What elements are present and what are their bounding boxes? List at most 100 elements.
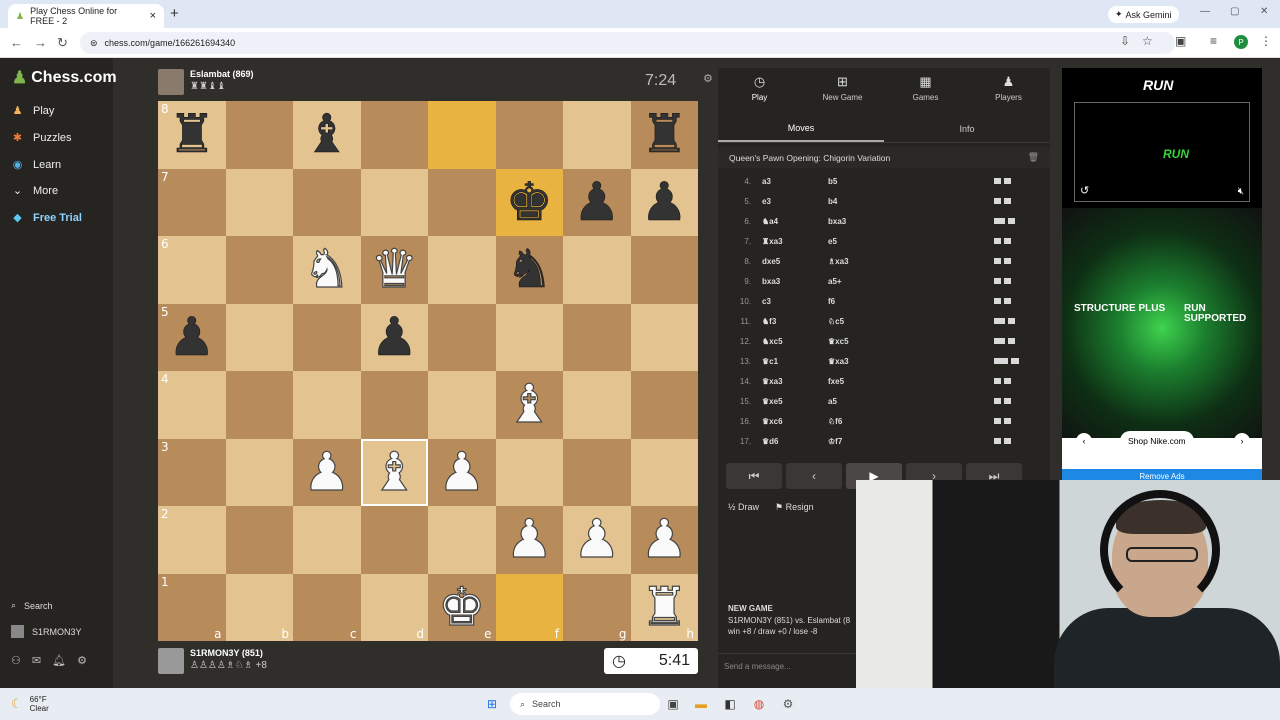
square-h5[interactable] (630, 303, 698, 371)
square-b3[interactable] (225, 438, 293, 506)
sidebar-user[interactable]: S1RMON3Y (11, 625, 82, 638)
square-g2[interactable]: ♟ (563, 506, 631, 574)
square-d5[interactable]: ♟ (360, 303, 428, 371)
black-rook-piece[interactable]: ♜ (640, 108, 688, 162)
taskbar-search[interactable]: ⌕ Search (510, 693, 660, 715)
square-f6[interactable]: ♞ (495, 236, 563, 304)
forward-icon[interactable]: → (34, 35, 47, 50)
white-move[interactable]: bxa3 (754, 277, 820, 286)
url-field[interactable]: ⊜ chess.com/game/166261694340 (80, 32, 1175, 54)
white-move[interactable]: ♛d6 (754, 437, 820, 446)
square-a3[interactable]: 3 (158, 438, 226, 506)
square-c7[interactable] (293, 168, 361, 236)
reload-icon[interactable]: ↻ (57, 35, 68, 51)
minimize-icon[interactable]: — (1200, 6, 1210, 17)
white-move[interactable]: e3 (754, 197, 820, 206)
square-c4[interactable] (293, 371, 361, 439)
replay-icon[interactable]: ↺ (1080, 184, 1089, 197)
black-move[interactable]: ♛xc5 (820, 337, 886, 346)
square-d7[interactable] (360, 168, 428, 236)
square-b1[interactable]: b (225, 573, 293, 641)
black-pawn-piece[interactable]: ♟ (640, 176, 688, 230)
square-h2[interactable]: ♟ (630, 506, 698, 574)
white-move[interactable]: ♜xa3 (754, 237, 820, 246)
square-f4[interactable]: ♝ (495, 371, 563, 439)
friends-icon[interactable]: ⚇ (11, 654, 21, 667)
nike-advertisement[interactable]: RUN RUN ↺ 🔇︎ STRUCTURE PLUS RUN SUPPORTE… (1062, 68, 1262, 483)
square-h3[interactable] (630, 438, 698, 506)
ad-next-icon[interactable]: › (1234, 433, 1250, 449)
square-a4[interactable]: 4 (158, 371, 226, 439)
task-view-icon[interactable]: ▣ (664, 695, 682, 713)
black-rook-piece[interactable]: ♜ (168, 108, 216, 162)
square-a7[interactable]: 7 (158, 168, 226, 236)
square-f7[interactable]: ♚ (495, 168, 563, 236)
windows-start-icon[interactable]: ⊞ (483, 695, 501, 713)
white-pawn-piece[interactable]: ♟ (302, 445, 351, 499)
shop-nike-button[interactable]: Shop Nike.com (1120, 431, 1194, 451)
black-move[interactable]: b5 (820, 177, 886, 186)
square-g8[interactable] (563, 101, 631, 169)
sidebar-search[interactable]: ⌕ Search (11, 600, 53, 611)
square-e5[interactable] (428, 303, 496, 371)
square-b7[interactable] (225, 168, 293, 236)
square-d4[interactable] (360, 371, 428, 439)
sidebar-item-free-trial[interactable]: ◆ Free Trial (11, 211, 82, 225)
black-king-piece[interactable]: ♚ (505, 176, 553, 230)
browser-tab[interactable]: ♟ Play Chess Online for FREE - 2 × (8, 4, 164, 28)
black-pawn-piece[interactable]: ♟ (573, 176, 621, 230)
square-d3[interactable]: ♝ (360, 438, 428, 506)
square-g6[interactable] (563, 236, 631, 304)
ad-video-area[interactable]: RUN RUN ↺ 🔇︎ (1062, 68, 1262, 208)
opponent-avatar[interactable] (158, 69, 184, 95)
square-a1[interactable]: 1a (158, 573, 226, 641)
install-icon[interactable]: ⇩ (1120, 34, 1130, 48)
square-a8[interactable]: 8 ♜ (158, 101, 226, 169)
white-move[interactable]: ♛xe5 (754, 397, 820, 406)
extensions-icon[interactable]: ▣ (1175, 34, 1186, 48)
tab-games[interactable]: ▦ Games (884, 68, 967, 108)
black-bishop-piece[interactable]: ♝ (303, 108, 351, 162)
square-h8[interactable]: ♜ (630, 101, 698, 169)
square-d1[interactable]: d (360, 573, 428, 641)
square-c5[interactable] (293, 303, 361, 371)
white-king-piece[interactable]: ♚ (437, 580, 486, 634)
settings-icon[interactable]: ⚙ (77, 654, 87, 667)
square-f2[interactable]: ♟ (495, 506, 563, 574)
square-d2[interactable] (360, 506, 428, 574)
back-icon[interactable]: ← (10, 35, 23, 50)
square-e2[interactable] (428, 506, 496, 574)
draw-button[interactable]: ½ Draw (728, 502, 759, 513)
profile-avatar[interactable]: P (1234, 35, 1248, 49)
square-h6[interactable] (630, 236, 698, 304)
white-move[interactable]: ♞f3 (754, 317, 820, 326)
square-a2[interactable]: 2 (158, 506, 226, 574)
white-bishop-piece[interactable]: ♝ (370, 445, 419, 499)
messages-icon[interactable]: ✉ (32, 654, 41, 667)
square-e6[interactable] (428, 236, 496, 304)
tab-play[interactable]: ◷ Play (718, 68, 801, 108)
ad-video-frame[interactable]: RUN ↺ 🔇︎ (1074, 102, 1250, 202)
file-explorer-icon[interactable]: ▬ (692, 695, 710, 713)
black-move[interactable]: fxe5 (820, 377, 886, 386)
white-pawn-piece[interactable]: ♟ (505, 513, 554, 567)
first-move-button[interactable]: ⏮ (726, 463, 782, 489)
white-move[interactable]: ♞a4 (754, 217, 820, 226)
square-f3[interactable] (495, 438, 563, 506)
white-pawn-piece[interactable]: ♟ (640, 513, 689, 567)
square-a6[interactable]: 6 (158, 236, 226, 304)
previous-move-button[interactable]: ‹ (786, 463, 842, 489)
square-g3[interactable] (563, 438, 631, 506)
square-g5[interactable] (563, 303, 631, 371)
square-c1[interactable]: c (293, 573, 361, 641)
black-move[interactable]: ♘f6 (820, 417, 886, 426)
square-g4[interactable] (563, 371, 631, 439)
white-pawn-piece[interactable]: ♟ (572, 513, 621, 567)
square-f1[interactable]: f (495, 573, 563, 641)
square-c2[interactable] (293, 506, 361, 574)
white-pawn-piece[interactable]: ♟ (437, 445, 486, 499)
white-knight-piece[interactable]: ♞ (302, 243, 351, 297)
square-b6[interactable] (225, 236, 293, 304)
menu-icon[interactable]: ⋮ (1260, 34, 1272, 48)
resign-button[interactable]: ⚑ Resign (775, 502, 814, 513)
